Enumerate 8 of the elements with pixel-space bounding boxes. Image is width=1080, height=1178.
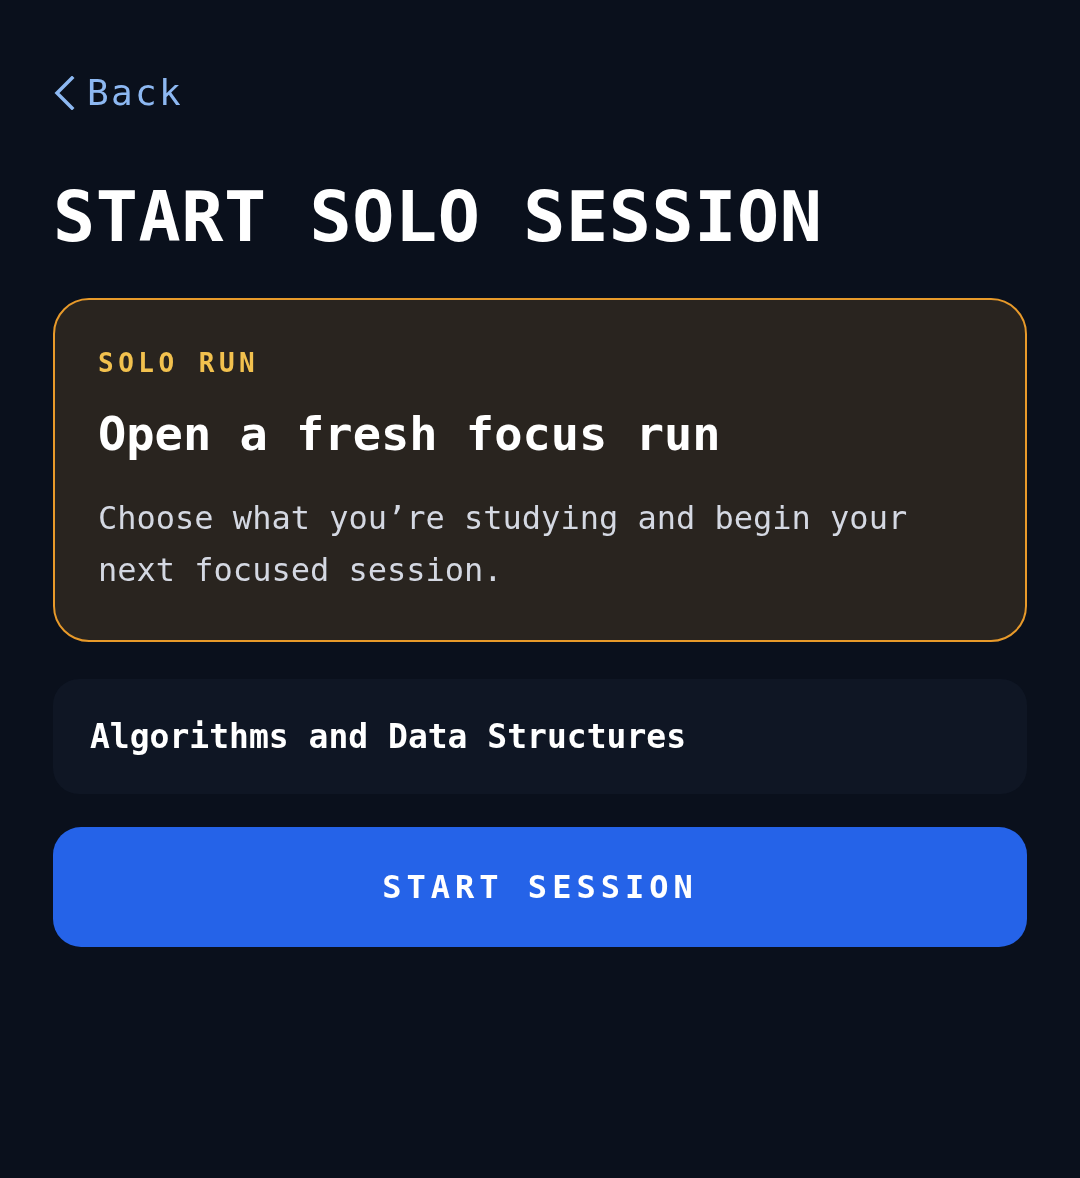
chevron-left-icon — [53, 76, 75, 110]
card-heading: Open a fresh focus run — [98, 406, 722, 462]
back-link[interactable]: Back — [53, 72, 183, 114]
subject-field[interactable]: Algorithms and Data Structures — [53, 679, 1027, 794]
card-eyebrow: SOLO RUN — [98, 348, 261, 378]
card-description: Choose what you’re studying and begin your next focused session. — [98, 498, 909, 591]
start-session-button[interactable]: START SESSION — [53, 827, 1027, 947]
page-title: START SOLO SESSION — [53, 182, 824, 252]
